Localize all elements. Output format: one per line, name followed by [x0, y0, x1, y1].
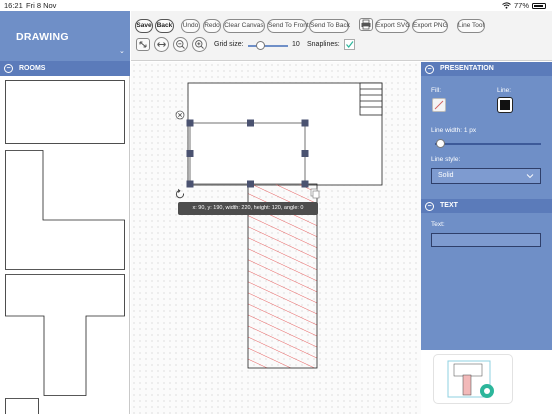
line-width-label: Line width: 1 px: [431, 127, 477, 134]
sidebar: DRAWING ⌄ − ROOMS: [0, 11, 130, 414]
line-width-slider-thumb[interactable]: [435, 139, 445, 148]
zoom-in-icon: [195, 40, 204, 49]
room-thumbnail-l-shape[interactable]: [5, 150, 125, 270]
rooms-section-label: ROOMS: [19, 65, 46, 72]
minimap[interactable]: [433, 354, 513, 404]
presentation-section-label: PRESENTATION: [440, 65, 494, 72]
text-section-label: TEXT: [440, 202, 458, 209]
room-thumbnail-square[interactable]: [5, 398, 39, 414]
line-label: Line:: [497, 87, 512, 94]
minimap-preview: [447, 360, 491, 398]
line-style-value: Solid: [438, 172, 454, 179]
undo-button[interactable]: Undo: [181, 19, 200, 33]
zoom-out-button[interactable]: [173, 37, 188, 52]
collapse-caret-icon[interactable]: ⌄: [119, 47, 125, 55]
text-section-header[interactable]: − TEXT: [421, 199, 552, 213]
status-indicators: 77%: [502, 0, 546, 11]
grid-size-label: Grid size:: [214, 41, 244, 48]
clear-canvas-button[interactable]: Clear Canvas: [223, 19, 265, 33]
fill-label: Fill:: [431, 87, 442, 94]
collapse-toggle-icon[interactable]: −: [4, 64, 13, 73]
text-label: Text:: [431, 221, 445, 228]
battery-icon: [532, 2, 546, 9]
checkmark-icon: [346, 41, 354, 48]
toolbar: Save Back Undo Redo Clear Canvas Send To…: [131, 11, 552, 61]
snaplines-label: Snaplines:: [307, 41, 340, 48]
export-png-button[interactable]: Export PNG: [412, 19, 448, 33]
rooms-section-header[interactable]: − ROOMS: [0, 61, 130, 76]
selection-info-tooltip: x: 90, y: 190, width: 220, height: 120, …: [178, 202, 318, 215]
canvas-drawing: [175, 82, 383, 369]
resize-diagonal-button[interactable]: [136, 38, 150, 51]
export-svg-button[interactable]: Export SVG: [375, 19, 410, 33]
chevron-down-icon: [526, 174, 534, 179]
send-to-front-button[interactable]: Send To Front: [267, 19, 309, 33]
status-time: 16:21: [4, 1, 23, 10]
properties-panel: − PRESENTATION Fill: Line: Line width: 1…: [421, 62, 552, 350]
back-button[interactable]: Back: [155, 19, 174, 33]
collapse-toggle-icon[interactable]: −: [425, 64, 434, 74]
collapse-toggle-icon[interactable]: −: [425, 201, 434, 211]
minimap-area: [421, 350, 552, 414]
text-input[interactable]: [431, 233, 541, 247]
presentation-section-header[interactable]: − PRESENTATION: [421, 62, 552, 76]
redo-button[interactable]: Redo: [203, 19, 221, 33]
delete-handle-icon[interactable]: [175, 110, 185, 120]
room-thumbnail-rectangle[interactable]: [5, 80, 125, 144]
room-thumbnail-t-shape[interactable]: [5, 274, 125, 396]
resize-diagonal-icon: [139, 41, 147, 48]
print-button[interactable]: [359, 18, 373, 31]
grid-size-slider-thumb[interactable]: [255, 41, 265, 50]
sidebar-header: DRAWING ⌄: [0, 11, 130, 61]
selected-shape[interactable]: [189, 122, 306, 185]
resize-horizontal-button[interactable]: [154, 37, 169, 52]
zoom-in-button[interactable]: [192, 37, 207, 52]
grid-size-value: 10: [292, 41, 300, 48]
status-bar: 16:21 Fri 8 Nov 77%: [0, 0, 552, 11]
stairs-shape[interactable]: [359, 82, 383, 116]
battery-percent: 77%: [513, 1, 529, 10]
grid-size-slider[interactable]: [248, 45, 288, 47]
line-color-swatch[interactable]: [498, 98, 512, 112]
status-date: Fri 8 Nov: [26, 1, 57, 10]
app-title: DRAWING: [16, 31, 69, 43]
line-width-slider[interactable]: [435, 143, 541, 145]
minimap-toggle-button[interactable]: [480, 384, 494, 398]
line-tool-button[interactable]: Line Tool: [457, 19, 485, 33]
snaplines-checkbox[interactable]: [344, 39, 355, 50]
fill-color-swatch[interactable]: [432, 98, 446, 112]
zoom-out-icon: [176, 40, 185, 49]
resize-horizontal-icon: [157, 42, 166, 47]
send-to-back-button[interactable]: Send To Back: [309, 19, 350, 33]
save-button[interactable]: Save: [135, 19, 153, 33]
line-style-select[interactable]: Solid: [431, 168, 541, 184]
no-fill-icon: [434, 100, 444, 110]
wifi-icon: [502, 2, 511, 9]
line-style-label: Line style:: [431, 156, 461, 163]
drawing-canvas[interactable]: [131, 62, 421, 414]
rotate-handle-icon[interactable]: [175, 188, 185, 199]
printer-icon: [361, 19, 371, 30]
